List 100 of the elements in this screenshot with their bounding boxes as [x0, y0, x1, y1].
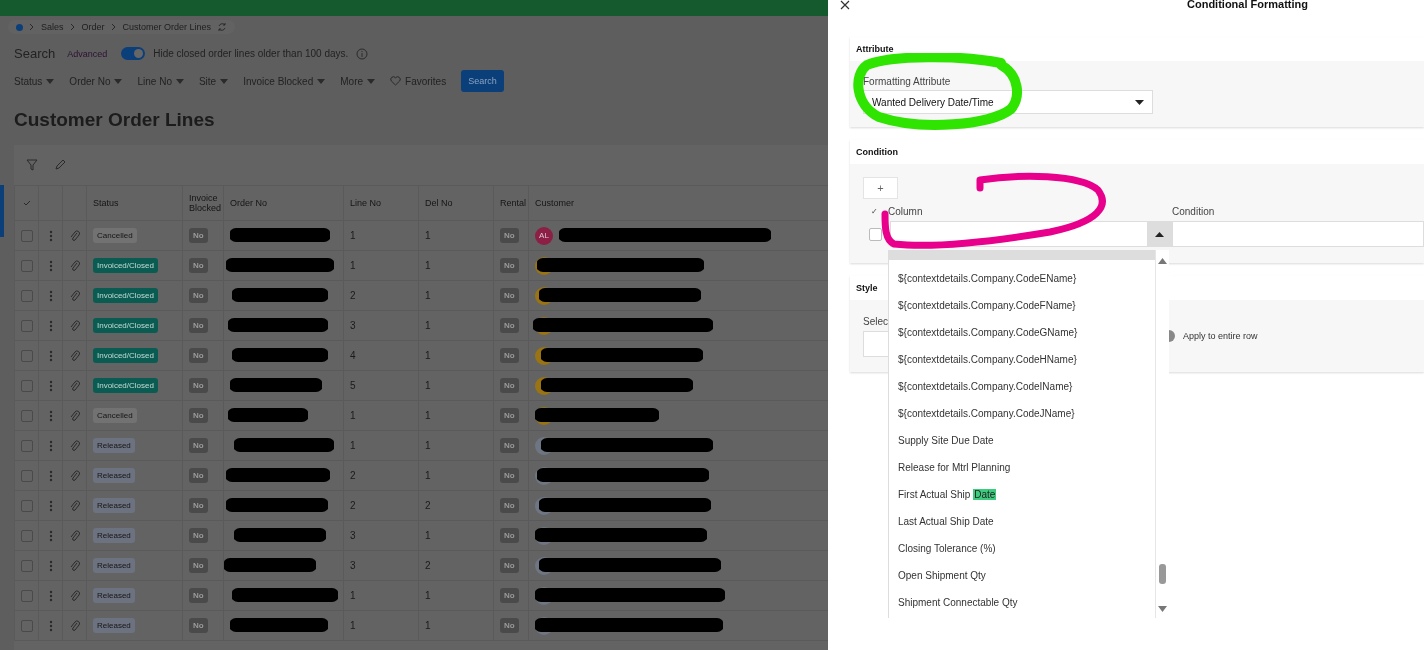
status-badge: Cancelled	[93, 228, 137, 243]
row-checkbox[interactable]	[20, 379, 33, 392]
dropdown-option[interactable]: Closing Tolerance (%)	[898, 535, 1155, 562]
search-button[interactable]: Search	[461, 70, 504, 92]
no-badge: No	[189, 258, 208, 273]
paperclip-icon[interactable]	[69, 469, 80, 482]
add-button[interactable]: +	[863, 177, 898, 199]
column-header[interactable]: Customer	[535, 198, 574, 208]
filter-dropdown[interactable]: Status	[14, 75, 55, 87]
column-header[interactable]: Status	[93, 198, 119, 208]
dropdown-option[interactable]: ${contextdetails.Company.CodeJName}	[898, 400, 1155, 427]
more-options-icon[interactable]	[48, 319, 53, 332]
more-options-icon[interactable]	[48, 529, 53, 542]
column-header[interactable]: Order No	[230, 198, 267, 208]
breadcrumb-link[interactable]: Order	[81, 22, 105, 32]
more-options-icon[interactable]	[48, 559, 53, 572]
more-options-icon[interactable]	[48, 229, 53, 242]
dropdown-option[interactable]: Last Actual Ship Date	[898, 508, 1155, 535]
filter-dropdown[interactable]: Order No	[69, 75, 123, 87]
dropdown-option[interactable]: ${contextdetails.Company.CodeHName}	[898, 346, 1155, 373]
dropdown-option[interactable]: ${contextdetails.Company.CodeEName}	[898, 265, 1155, 292]
refresh-icon[interactable]	[217, 22, 228, 32]
column-header[interactable]: Del No	[425, 198, 453, 208]
row-checkbox[interactable]	[20, 229, 33, 242]
table-cell: 1	[350, 260, 356, 271]
paperclip-icon[interactable]	[69, 409, 80, 422]
filter-dropdown[interactable]: Line No	[137, 75, 184, 87]
breadcrumb-link[interactable]: Customer Order Lines	[122, 22, 212, 32]
filter-dropdown[interactable]: Invoice Blocked	[243, 75, 326, 87]
column-header: Column	[888, 205, 924, 217]
filter-dropdown[interactable]: More	[340, 75, 376, 87]
paperclip-icon[interactable]	[69, 229, 80, 242]
section-heading: Attribute	[856, 44, 894, 54]
dropdown-option[interactable]: ${contextdetails.Company.CodeFName}	[898, 292, 1155, 319]
dropdown-option[interactable]: First Actual Ship Date	[898, 481, 1155, 508]
row-checkbox[interactable]	[869, 227, 882, 241]
caret-icon	[175, 78, 184, 84]
row-checkbox[interactable]	[20, 349, 33, 362]
paperclip-icon[interactable]	[69, 259, 80, 272]
column-header[interactable]: Line No	[350, 198, 382, 208]
row-checkbox[interactable]	[20, 439, 33, 452]
paperclip-icon[interactable]	[69, 439, 80, 452]
paperclip-icon[interactable]	[69, 379, 80, 392]
toggle-switch[interactable]	[121, 47, 146, 60]
row-checkbox[interactable]	[20, 289, 33, 302]
row-checkbox[interactable]	[20, 499, 33, 512]
dropdown-option[interactable]: Shipment Connectable Qty	[898, 589, 1155, 616]
paperclip-icon[interactable]	[69, 619, 80, 632]
advanced-link[interactable]: Advanced	[67, 48, 108, 59]
selection-marker	[0, 185, 4, 237]
paperclip-icon[interactable]	[69, 289, 80, 302]
paperclip-icon[interactable]	[69, 349, 80, 362]
paperclip-icon[interactable]	[69, 319, 80, 332]
more-options-icon[interactable]	[48, 289, 53, 302]
row-checkbox[interactable]	[20, 259, 33, 272]
favorites-button[interactable]: Favorites	[390, 75, 447, 87]
section-heading: Style	[856, 283, 878, 293]
more-options-icon[interactable]	[48, 499, 53, 512]
row-checkbox[interactable]	[20, 559, 33, 572]
row-checkbox[interactable]	[20, 589, 33, 602]
row-checkbox[interactable]	[20, 619, 33, 632]
condition-field[interactable]	[1172, 221, 1424, 247]
pencil-icon[interactable]	[54, 159, 66, 171]
scroll-down-icon[interactable]	[1158, 606, 1167, 612]
breadcrumb-link[interactable]: Sales	[41, 22, 64, 32]
row-checkbox[interactable]	[20, 469, 33, 482]
paperclip-icon[interactable]	[69, 529, 80, 542]
more-options-icon[interactable]	[48, 619, 53, 632]
more-options-icon[interactable]	[48, 379, 53, 392]
dropdown-option[interactable]: Release for Mtrl Planning	[898, 454, 1155, 481]
filter-icon[interactable]	[26, 159, 38, 171]
more-options-icon[interactable]	[48, 439, 53, 452]
column-header[interactable]: Rental	[500, 198, 526, 208]
more-options-icon[interactable]	[48, 469, 53, 482]
info-icon[interactable]	[356, 47, 369, 60]
paperclip-icon[interactable]	[69, 589, 80, 602]
close-icon[interactable]	[840, 0, 850, 10]
more-options-icon[interactable]	[48, 409, 53, 422]
home-icon[interactable]	[16, 23, 23, 31]
dropdown-option[interactable]: ${contextdetails.Company.CodeGName}	[898, 319, 1155, 346]
dropdown-option[interactable]: ${contextdetails.Company.CodeIName}	[898, 373, 1155, 400]
table-cell: 1	[425, 410, 431, 421]
row-checkbox[interactable]	[20, 529, 33, 542]
toggle-label: Apply to entire row	[1183, 331, 1258, 341]
filter-dropdown[interactable]: Site	[198, 75, 229, 87]
more-options-icon[interactable]	[48, 589, 53, 602]
no-badge: No	[189, 498, 208, 513]
paperclip-icon[interactable]	[69, 559, 80, 572]
scrollbar-thumb[interactable]	[1159, 564, 1166, 584]
scroll-up-icon[interactable]	[1158, 258, 1167, 264]
column-header[interactable]: Invoice Blocked	[189, 193, 223, 213]
scrollbar[interactable]	[1155, 250, 1169, 618]
dropdown-option[interactable]: Supply Site Due Date	[898, 427, 1155, 454]
paperclip-icon[interactable]	[69, 499, 80, 512]
more-options-icon[interactable]	[48, 349, 53, 362]
row-checkbox[interactable]	[20, 409, 33, 422]
row-checkbox[interactable]	[20, 319, 33, 332]
attribute-select[interactable]: Wanted Delivery Date/Time	[863, 90, 1153, 114]
dropdown-option[interactable]: Open Shipment Qty	[898, 562, 1155, 589]
more-options-icon[interactable]	[48, 259, 53, 272]
